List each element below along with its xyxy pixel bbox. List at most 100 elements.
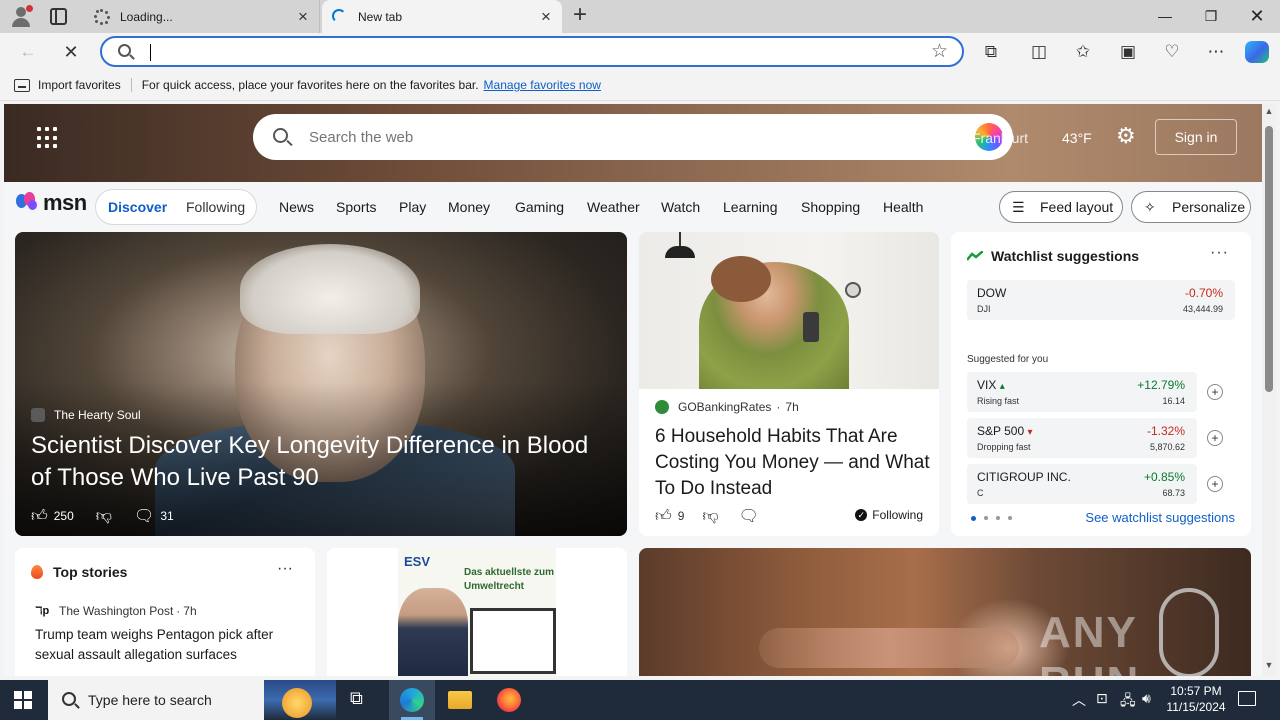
copilot-icon[interactable]: [1245, 41, 1269, 63]
nav-gaming[interactable]: Gaming: [515, 199, 564, 215]
flame-icon: [31, 565, 43, 579]
msn-logo-text: msn: [43, 190, 87, 215]
split-screen-icon[interactable]: ◫: [1026, 39, 1052, 65]
windows-start-icon[interactable]: [14, 691, 32, 709]
nav-watch[interactable]: Watch: [661, 199, 700, 215]
restore-button[interactable]: ❐: [1188, 0, 1234, 33]
personalize-button[interactable]: ✧ Personalize: [1131, 191, 1251, 223]
nav-health[interactable]: Health: [883, 199, 923, 215]
manage-favorites-link[interactable]: Manage favorites now: [484, 78, 601, 92]
nav-weather[interactable]: Weather: [587, 199, 640, 215]
comment-icon[interactable]: 🗨︎: [134, 506, 154, 526]
close-window-button[interactable]: ✕: [1234, 0, 1280, 33]
thumbs-down-icon[interactable]: 👎︎: [702, 507, 718, 526]
ad-card[interactable]: ESV Das aktuellste zum Umweltrecht: [327, 548, 627, 676]
import-favorites-button[interactable]: Import favorites: [38, 78, 121, 92]
nav-money[interactable]: Money: [448, 199, 490, 215]
watchlist-row-dow[interactable]: DOW DJI -0.70% 43,444.99: [967, 280, 1235, 320]
tab-following[interactable]: Following: [186, 199, 245, 215]
device-icon[interactable]: ⊡: [1096, 690, 1108, 707]
temperature[interactable]: 43°F: [1062, 130, 1092, 146]
taskbar-search-box[interactable]: Type here to search: [48, 680, 336, 720]
tab-new-tab[interactable]: New tab ×: [322, 0, 562, 33]
new-tab-button[interactable]: +: [566, 3, 594, 29]
notifications-icon[interactable]: [1238, 691, 1256, 706]
more-menu-icon[interactable]: ⋯: [1203, 39, 1229, 65]
comment-count: 31: [160, 509, 174, 523]
see-watchlist-link[interactable]: See watchlist suggestions: [1085, 510, 1235, 525]
system-clock[interactable]: 10:57 PM 11/15/2024: [1164, 683, 1228, 715]
collections-icon[interactable]: ▣: [1115, 39, 1141, 65]
favorite-star-icon[interactable]: ☆: [931, 40, 948, 63]
carousel-dots[interactable]: [971, 516, 1012, 521]
nav-sports[interactable]: Sports: [336, 199, 376, 215]
stop-loading-icon[interactable]: ✕: [58, 39, 84, 65]
thumbs-up-icon[interactable]: 👍︎: [655, 507, 672, 526]
search-highlight-image: [264, 680, 336, 720]
add-to-watchlist-button[interactable]: +: [1207, 430, 1223, 446]
photo-story-card[interactable]: ANY RUN: [639, 548, 1251, 676]
extensions-icon[interactable]: ⧉: [978, 39, 1004, 65]
tab-discover[interactable]: Discover: [108, 199, 167, 215]
story-headline[interactable]: Trump team weighs Pentagon pick after se…: [35, 625, 305, 665]
scrollbar-thumb[interactable]: [1265, 126, 1273, 392]
scroll-down-icon[interactable]: ▼: [1264, 660, 1274, 670]
title-bar: Loading... × New tab × + — ❐ ✕: [0, 0, 1280, 33]
app-launcher-icon[interactable]: [37, 127, 59, 149]
page-scrollbar[interactable]: ▲ ▼: [1262, 104, 1276, 676]
network-icon[interactable]: 🖧︎: [1120, 690, 1136, 714]
address-input[interactable]: [154, 41, 914, 63]
tab-actions-icon[interactable]: [50, 8, 67, 25]
close-tab-icon[interactable]: ×: [536, 7, 556, 27]
nav-learning[interactable]: Learning: [723, 199, 778, 215]
thumbs-up-icon[interactable]: 👍︎: [31, 507, 48, 526]
ticker-name: CITIGROUP INC.: [977, 470, 1071, 484]
hero-story-card[interactable]: The Hearty Soul Scientist Discover Key L…: [15, 232, 627, 536]
story-card[interactable]: GOBankingRates · 7h 6 Household Habits T…: [639, 232, 939, 536]
sliders-icon: ☰: [1012, 199, 1025, 215]
web-search-input[interactable]: [309, 126, 949, 148]
minimize-button[interactable]: —: [1142, 0, 1188, 33]
nav-play[interactable]: Play: [399, 199, 426, 215]
feed-layout-button[interactable]: ☰ Feed layout: [999, 191, 1123, 223]
thumbs-down-icon[interactable]: 👎︎: [96, 507, 112, 526]
profile-avatar-icon[interactable]: [9, 4, 33, 28]
edge-icon[interactable]: [400, 688, 424, 712]
location-label[interactable]: Frankfurt: [972, 130, 1028, 146]
tab-loading[interactable]: Loading... ×: [84, 0, 320, 33]
task-view-icon[interactable]: ⧉: [350, 688, 363, 709]
scroll-up-icon[interactable]: ▲: [1264, 106, 1274, 116]
msn-logo[interactable]: msn: [16, 190, 87, 216]
more-options-icon[interactable]: ···: [277, 560, 293, 578]
back-arrow-icon[interactable]: ←: [15, 39, 41, 65]
watchlist-row-vix[interactable]: VIX ▴ Rising fast +12.79% 16.14: [967, 372, 1197, 412]
top-stories-title: Top stories: [53, 564, 128, 580]
sign-in-button[interactable]: Sign in: [1155, 119, 1237, 155]
nav-shopping[interactable]: Shopping: [801, 199, 860, 215]
show-hidden-icons-icon[interactable]: ︿: [1072, 690, 1086, 710]
add-to-watchlist-button[interactable]: +: [1207, 384, 1223, 400]
more-options-icon[interactable]: ···: [1210, 244, 1229, 262]
file-explorer-icon[interactable]: [448, 691, 472, 709]
firefox-icon[interactable]: [497, 688, 521, 712]
story-headline[interactable]: 6 Household Habits That Are Costing You …: [655, 424, 935, 502]
like-count: 9: [677, 509, 685, 523]
following-badge[interactable]: ✓ Following: [855, 508, 923, 522]
gear-icon[interactable]: ⚙: [1116, 125, 1138, 147]
volume-icon[interactable]: 🔊︎: [1142, 690, 1151, 707]
web-search-box[interactable]: [253, 114, 1013, 160]
add-to-watchlist-button[interactable]: +: [1207, 476, 1223, 492]
address-bar[interactable]: ☆: [100, 36, 964, 67]
ticker-value: 5,870.62: [1149, 442, 1185, 452]
ticker-change: +12.79%: [1137, 378, 1185, 392]
story-headline[interactable]: Scientist Discover Key Longevity Differe…: [31, 430, 611, 494]
ticker-value: 68.73: [1162, 488, 1185, 498]
watchlist-row-sp500[interactable]: S&P 500 ▾ Dropping fast -1.32% 5,870.62: [967, 418, 1197, 458]
nav-news[interactable]: News: [279, 199, 314, 215]
feed-layout-label: Feed layout: [1040, 199, 1114, 215]
comment-icon[interactable]: 🗨︎: [739, 506, 759, 526]
close-tab-icon[interactable]: ×: [293, 7, 313, 27]
favorites-icon[interactable]: ✩: [1070, 39, 1096, 65]
browser-essentials-icon[interactable]: ♡: [1159, 39, 1185, 65]
watchlist-row-citigroup[interactable]: CITIGROUP INC. C +0.85% 68.73: [967, 464, 1197, 504]
